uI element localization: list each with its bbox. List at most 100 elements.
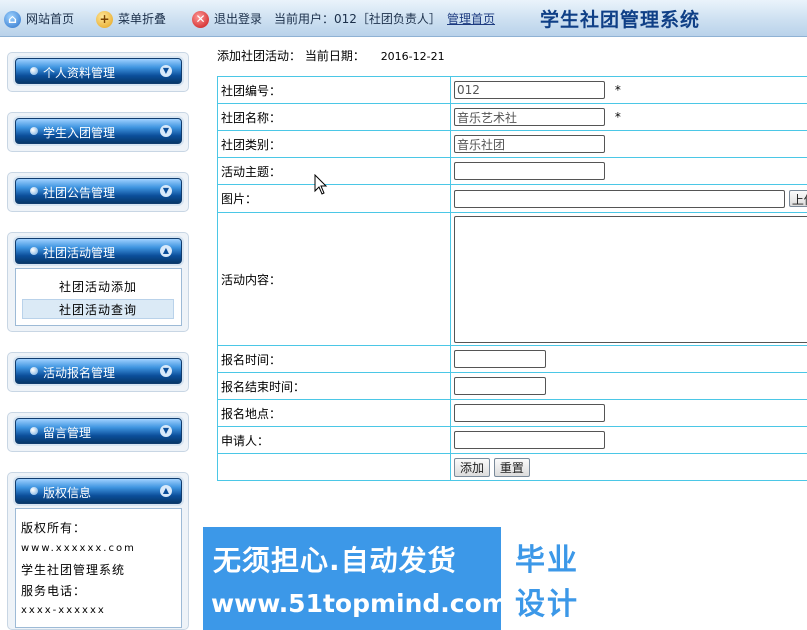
bullet-icon	[30, 367, 38, 375]
chevron-down-icon[interactable]: ▼	[160, 425, 172, 437]
form-row-content: 活动内容：	[217, 212, 807, 346]
reset-button[interactable]: 重置	[493, 457, 530, 477]
signup-time-input[interactable]	[454, 350, 546, 368]
chevron-down-icon[interactable]: ▼	[160, 125, 172, 137]
chevron-down-icon[interactable]: ▼	[160, 65, 172, 77]
cell-club-name: *	[450, 103, 807, 131]
club-id-input[interactable]	[454, 81, 605, 99]
bullet-icon	[30, 427, 38, 435]
menu-announcements: 社团公告管理 ▼	[7, 172, 189, 212]
label-club-type: 社团类别：	[217, 130, 451, 158]
form-row-actions: 添加 重置	[217, 453, 807, 481]
bullet-icon	[30, 247, 38, 255]
fold-menu-button[interactable]: + 菜单折叠	[96, 9, 166, 29]
menu-header-copyright[interactable]: 版权信息 ▲	[15, 478, 182, 504]
menu-label: 学生入团管理	[43, 126, 116, 140]
submenu-add-activity[interactable]: 社团活动添加	[22, 277, 174, 297]
chevron-up-icon[interactable]: ▲	[160, 485, 172, 497]
cell-applicant	[450, 426, 807, 454]
applicant-input[interactable]	[454, 431, 605, 449]
current-user: 当前用户：012［社团负责人］	[274, 12, 441, 26]
label-signup-time: 报名时间：	[217, 345, 451, 373]
top-bar: ⌂ 网站首页 + 菜单折叠 ✕ 退出登录 当前用户：012［社团负责人］ 管理首页 学…	[0, 0, 807, 37]
empty-cell	[217, 453, 451, 481]
cell-signup-place	[450, 399, 807, 427]
club-name-input[interactable]	[454, 108, 605, 126]
menu-label: 版权信息	[43, 486, 92, 500]
copyright-panel: 版权所有： www.xxxxxx.com 学生社团管理系统 服务电话： xxxx…	[15, 508, 182, 628]
copyright-phone-label: 服务电话：	[21, 584, 87, 598]
menu-header-profile[interactable]: 个人资料管理 ▼	[15, 58, 182, 84]
topic-input[interactable]	[454, 162, 605, 180]
copyright-owner-label: 版权所有：	[21, 521, 87, 535]
menu-header-announcements[interactable]: 社团公告管理 ▼	[15, 178, 182, 204]
label-signup-end: 报名结束时间：	[217, 372, 451, 400]
menu-header-signups[interactable]: 活动报名管理 ▼	[15, 358, 182, 384]
activities-submenu: 社团活动添加 社团活动查询	[15, 268, 182, 326]
chevron-up-icon[interactable]: ▲	[160, 245, 172, 257]
signup-end-input[interactable]	[454, 377, 546, 395]
form-row-signup-time: 报名时间：	[217, 345, 807, 373]
required-mark: *	[614, 109, 621, 124]
home-icon: ⌂	[4, 11, 21, 28]
label-content: 活动内容：	[217, 212, 451, 346]
bullet-icon	[30, 187, 38, 195]
form-row-image: 图片： 上传	[217, 184, 807, 213]
menu-header-messages[interactable]: 留言管理 ▼	[15, 418, 182, 444]
chevron-down-icon[interactable]: ▼	[160, 185, 172, 197]
chevron-down-icon[interactable]: ▼	[160, 365, 172, 377]
required-mark: *	[614, 82, 621, 97]
cell-topic	[450, 157, 807, 185]
home-link[interactable]: ⌂ 网站首页	[4, 9, 74, 29]
cell-image: 上传	[450, 184, 807, 213]
form-header: 添加社团活动： 当前日期： 2016-12-21	[217, 47, 445, 64]
menu-activities: 社团活动管理 ▲ 社团活动添加 社团活动查询	[7, 232, 189, 332]
upload-button[interactable]: 上传	[788, 190, 807, 207]
image-input[interactable]	[454, 189, 785, 208]
watermark-slogan: 无须担心.自动发货	[213, 544, 457, 577]
fold-icon: +	[96, 11, 113, 28]
form-title: 添加社团活动：	[217, 49, 302, 63]
label-image: 图片：	[217, 184, 451, 213]
signup-place-input[interactable]	[454, 404, 605, 422]
admin-home-link[interactable]: 管理首页	[447, 9, 495, 29]
menu-copyright: 版权信息 ▲ 版权所有： www.xxxxxx.com 学生社团管理系统 服务电…	[7, 472, 189, 630]
label-club-id: 社团编号：	[217, 76, 451, 104]
menu-signups: 活动报名管理 ▼	[7, 352, 189, 392]
cell-actions: 添加 重置	[450, 453, 807, 481]
club-type-input[interactable]	[454, 135, 605, 153]
label-club-name: 社团名称：	[217, 103, 451, 131]
form-row-topic: 活动主题：	[217, 157, 807, 185]
watermark-logo-line1: 毕业	[515, 543, 579, 578]
menu-header-membership[interactable]: 学生入团管理 ▼	[15, 118, 182, 144]
watermark-logo-line2: 设计	[515, 587, 579, 622]
label-signup-place: 报名地点：	[217, 399, 451, 427]
app-title: 学生社团管理系统	[540, 9, 701, 31]
menu-label: 留言管理	[43, 426, 92, 440]
form-row-club-id: 社团编号： *	[217, 76, 807, 104]
fold-label: 菜单折叠	[118, 12, 167, 26]
form-row-applicant: 申请人：	[217, 426, 807, 454]
add-button[interactable]: 添加	[454, 457, 491, 477]
copyright-system-name: 学生社团管理系统	[21, 563, 126, 577]
date-label: 当前日期：	[304, 49, 365, 63]
submenu-query-activity[interactable]: 社团活动查询	[22, 299, 174, 319]
cell-club-id: *	[450, 76, 807, 104]
menu-header-activities[interactable]: 社团活动管理 ▲	[15, 238, 182, 264]
bullet-icon	[30, 487, 38, 495]
copyright-phone: xxxx-xxxxxx	[21, 605, 106, 616]
cell-signup-end	[450, 372, 807, 400]
menu-profile: 个人资料管理 ▼	[7, 52, 189, 92]
bullet-icon	[30, 67, 38, 75]
logout-button[interactable]: ✕ 退出登录	[192, 9, 262, 29]
label-applicant: 申请人：	[217, 426, 451, 454]
date-value: 2016-12-21	[380, 50, 445, 63]
bullet-icon	[30, 127, 38, 135]
menu-label: 个人资料管理	[43, 66, 116, 80]
menu-label: 活动报名管理	[43, 366, 116, 380]
content-textarea[interactable]	[454, 215, 807, 343]
activity-form-table: 社团编号： * 社团名称： * 社团类别： 活动主题： 图片： 上传 活动内容：	[217, 76, 807, 481]
home-label: 网站首页	[26, 12, 75, 26]
copyright-site: www.xxxxxx.com	[21, 543, 136, 554]
menu-membership: 学生入团管理 ▼	[7, 112, 189, 152]
